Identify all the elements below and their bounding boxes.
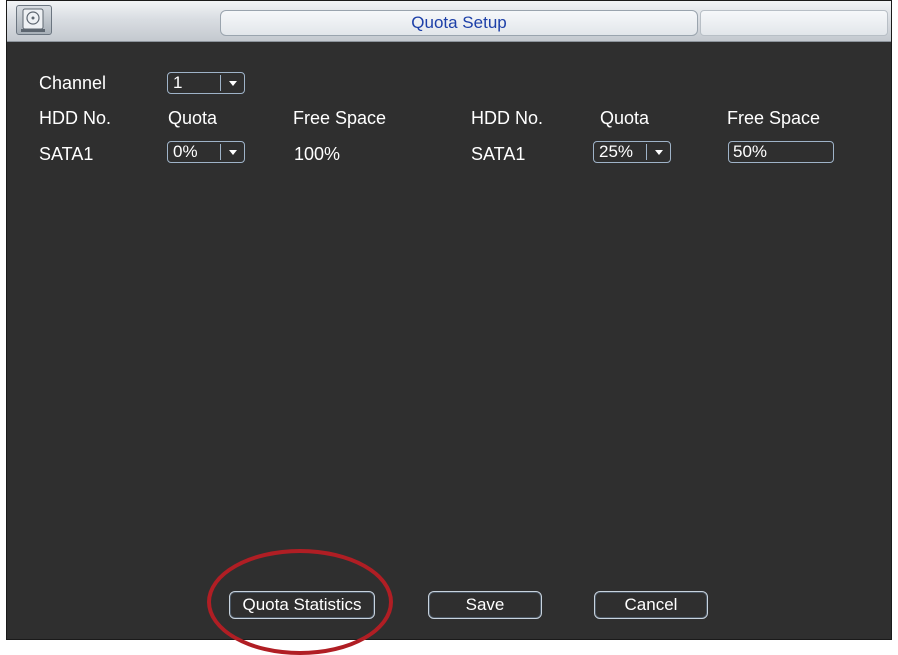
quota-dropdown-right[interactable]: 25% bbox=[593, 141, 671, 163]
hdd-name-left: SATA1 bbox=[39, 144, 94, 164]
free-space-field-right[interactable]: 50% bbox=[728, 141, 834, 163]
chevron-down-icon[interactable] bbox=[649, 142, 669, 162]
free-space-header-right: Free Space bbox=[727, 108, 821, 128]
save-button[interactable]: Save bbox=[428, 591, 542, 619]
dropdown-separator bbox=[220, 144, 221, 160]
free-space-header-left: Free Space bbox=[293, 108, 387, 128]
quota-statistics-button[interactable]: Quota Statistics bbox=[229, 591, 375, 619]
dropdown-separator bbox=[220, 75, 221, 91]
channel-dropdown[interactable]: 1 bbox=[167, 72, 245, 94]
title-bar-extension bbox=[700, 10, 888, 36]
hdd-name-right: SATA1 bbox=[471, 144, 526, 164]
hdd-no-header-right: HDD No. bbox=[471, 108, 544, 128]
cancel-button[interactable]: Cancel bbox=[594, 591, 708, 619]
hdd-no-header-left: HDD No. bbox=[39, 108, 112, 128]
hdd-icon bbox=[16, 5, 52, 35]
channel-label: Channel bbox=[39, 73, 107, 93]
channel-value: 1 bbox=[173, 73, 183, 92]
chevron-down-icon[interactable] bbox=[223, 142, 243, 162]
quota-value-right: 25% bbox=[599, 142, 634, 161]
window-title: Quota Setup bbox=[220, 10, 698, 36]
free-space-value-left: 100% bbox=[294, 144, 341, 164]
title-bar: Quota Setup bbox=[7, 1, 891, 42]
quota-value-left: 0% bbox=[173, 142, 198, 161]
chevron-down-icon[interactable] bbox=[223, 73, 243, 93]
quota-dropdown-left[interactable]: 0% bbox=[167, 141, 245, 163]
quota-header-left: Quota bbox=[168, 108, 218, 128]
quota-header-right: Quota bbox=[600, 108, 650, 128]
dropdown-separator bbox=[646, 144, 647, 160]
quota-setup-window: Quota Setup Channel 1 HDD No. Quota Free… bbox=[6, 0, 892, 640]
